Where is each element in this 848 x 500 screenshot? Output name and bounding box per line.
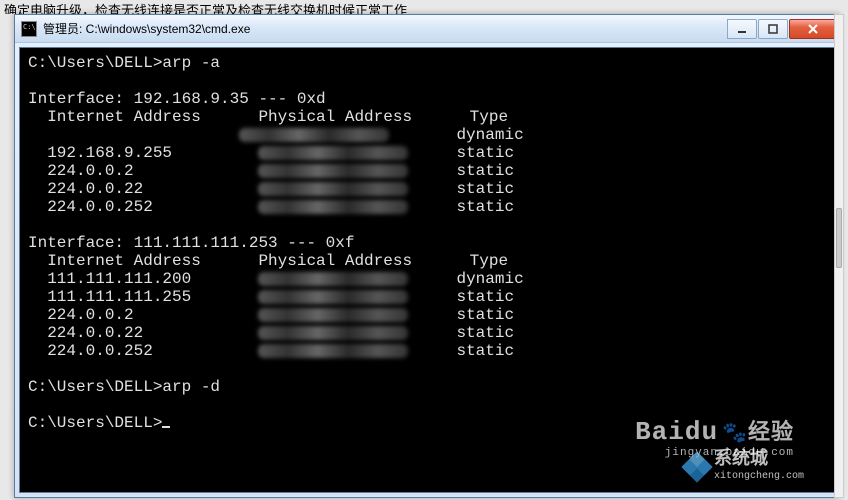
cmd-icon <box>21 21 37 37</box>
background-page-text: 确定电脑升级，检查无线连接是否正常及检查无线交换机时候正常工作 <box>0 0 848 14</box>
maximize-button[interactable] <box>758 19 788 39</box>
paw-icon: 🐾 <box>722 423 748 446</box>
cursor <box>162 426 170 428</box>
redacted-mac: xx-xx-xx-xx-xx <box>239 128 389 142</box>
diamond-icon <box>681 451 712 482</box>
minimize-icon <box>737 24 747 34</box>
redacted-mac: xx-xx-xx-xx-xx <box>258 344 408 358</box>
redacted-mac: xx-xx-xx-xx-xx <box>258 200 408 214</box>
redacted-mac: xx-xx-xx-xx-xx <box>258 308 408 322</box>
redacted-mac: xx-xx-xx-xx-xx <box>258 146 408 160</box>
window-title: 管理员: C:\windows\system32\cmd.exe <box>43 20 726 37</box>
redacted-mac: xx-xx-xx-xx-xx <box>258 272 408 286</box>
redacted-mac: xx-xx-xx-xx-xx <box>258 164 408 178</box>
redacted-mac: xx-xx-xx-xx-xx <box>258 326 408 340</box>
xitongcheng-watermark: 系统城 xitongcheng.com <box>686 451 804 482</box>
console-content: C:\Users\DELL>arp -a Interface: 192.168.… <box>28 54 826 432</box>
close-button[interactable] <box>789 19 837 39</box>
maximize-icon <box>768 24 778 34</box>
window-controls <box>726 19 837 39</box>
redacted-mac: xx-xx-xx-xx-xx <box>258 290 408 304</box>
page-scrollbar[interactable] <box>834 14 844 498</box>
redacted-mac: xx-xx-xx-xx-xx <box>258 182 408 196</box>
cmd-window: 管理员: C:\windows\system32\cmd.exe C:\User… <box>14 14 840 498</box>
console-area[interactable]: C:\Users\DELL>arp -a Interface: 192.168.… <box>19 47 835 493</box>
minimize-button[interactable] <box>727 19 757 39</box>
title-bar[interactable]: 管理员: C:\windows\system32\cmd.exe <box>15 15 839 43</box>
close-icon <box>807 23 819 35</box>
scrollbar-thumb[interactable] <box>836 208 842 268</box>
